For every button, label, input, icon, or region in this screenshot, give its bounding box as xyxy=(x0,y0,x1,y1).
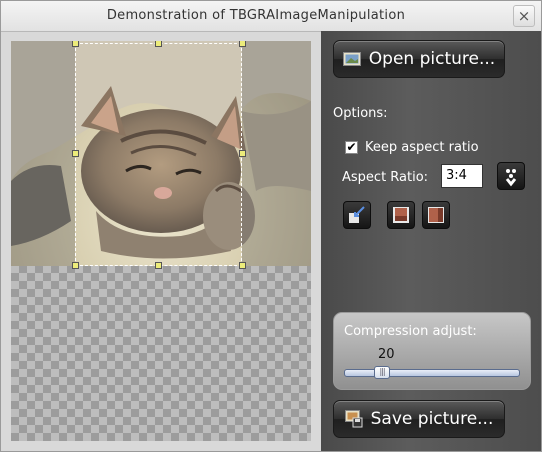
apply-aspect-button[interactable] xyxy=(497,162,525,190)
save-picture-label: Save picture... xyxy=(370,409,494,429)
crop-shade-left xyxy=(11,41,75,266)
title-bar[interactable]: Demonstration of TBGRAImageManipulation … xyxy=(1,1,541,32)
aspect-ratio-input[interactable]: 3:4 xyxy=(441,164,483,188)
save-picture-button[interactable]: Save picture... xyxy=(333,400,505,438)
apply-dots-icon xyxy=(505,169,517,187)
crop-tool-button-3[interactable] xyxy=(422,201,450,229)
compression-group: Compression adjust: 20 ||| xyxy=(333,312,531,390)
crop-tool-button-1[interactable] xyxy=(343,201,371,229)
picture-open-icon xyxy=(342,52,361,66)
crop-handle-top-left[interactable] xyxy=(72,41,79,47)
app-window: Demonstration of TBGRAImageManipulation … xyxy=(0,0,542,452)
crop-portrait-icon xyxy=(428,207,444,223)
crop-landscape-icon xyxy=(393,207,409,223)
crop-shade-right xyxy=(242,41,311,266)
open-picture-button[interactable]: Open picture... xyxy=(333,40,505,78)
options-panel: Open picture... Options: ✔ Keep aspect r… xyxy=(321,31,541,451)
compression-label: Compression adjust: xyxy=(344,324,477,339)
crop-handle-top[interactable] xyxy=(155,41,162,47)
crop-selection[interactable] xyxy=(75,43,242,266)
options-heading: Options: xyxy=(333,106,388,121)
window-title: Demonstration of TBGRAImageManipulation xyxy=(106,8,406,23)
compression-slider-thumb[interactable]: ||| xyxy=(374,366,390,379)
crop-handle-top-right[interactable] xyxy=(239,41,246,47)
crop-handle-bottom-right[interactable] xyxy=(239,262,246,269)
crop-handle-bottom[interactable] xyxy=(155,262,162,269)
keep-aspect-checkbox[interactable]: ✔ xyxy=(345,141,358,154)
compression-value: 20 xyxy=(378,347,395,362)
crop-handle-right[interactable] xyxy=(239,150,246,157)
keep-aspect-label[interactable]: Keep aspect ratio xyxy=(365,140,479,155)
crop-arrow-icon xyxy=(349,206,365,223)
compression-slider-track[interactable] xyxy=(344,369,520,377)
image-canvas[interactable] xyxy=(11,41,311,441)
crop-handle-left[interactable] xyxy=(72,150,79,157)
aspect-ratio-label: Aspect Ratio: xyxy=(342,170,429,185)
picture-save-icon xyxy=(344,410,363,428)
close-button[interactable]: × xyxy=(513,5,535,27)
crop-handle-bottom-left[interactable] xyxy=(72,262,79,269)
open-picture-label: Open picture... xyxy=(368,49,496,69)
crop-tool-button-2[interactable] xyxy=(387,201,415,229)
